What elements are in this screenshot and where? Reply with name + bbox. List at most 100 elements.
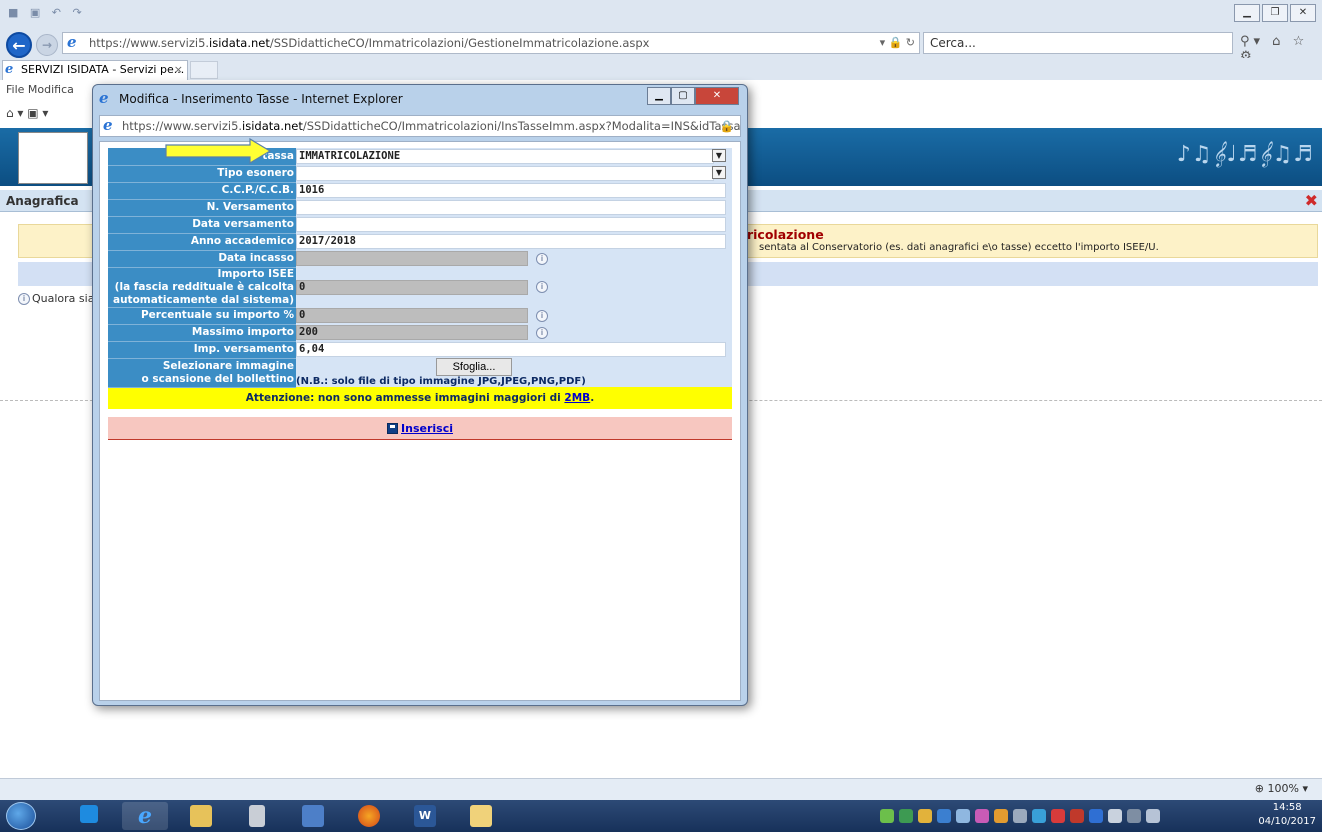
attention-text: Attenzione: non sono ammesse immagini ma… bbox=[245, 392, 565, 405]
tab-close-icon[interactable]: × bbox=[174, 61, 183, 79]
info-icon[interactable]: i bbox=[536, 326, 548, 339]
tipo-esonero-select[interactable] bbox=[296, 166, 714, 181]
new-tab-button[interactable] bbox=[190, 61, 218, 79]
browser-tab[interactable]: e SERVIZI ISIDATA - Servizi pe... × bbox=[2, 60, 188, 80]
chevron-down-icon[interactable]: ▼ bbox=[712, 149, 726, 162]
close-button[interactable]: ✕ bbox=[1290, 4, 1316, 22]
lock-icon: 🔒 bbox=[719, 119, 734, 133]
anno-accademico-input[interactable]: 2017/2018 bbox=[296, 234, 726, 249]
form-row-data-incasso: Data incasso i bbox=[108, 250, 732, 268]
tab-row: e SERVIZI ISIDATA - Servizi pe... × bbox=[0, 58, 1322, 80]
form-row-anno-accademico: Anno accademico 2017/2018 bbox=[108, 233, 732, 251]
data-versamento-input[interactable] bbox=[296, 217, 726, 232]
label-data-versamento: Data versamento bbox=[108, 216, 296, 234]
form-row-n-versamento: N. Versamento bbox=[108, 199, 732, 217]
clock[interactable]: 14:58 04/10/2017 bbox=[1258, 801, 1316, 829]
forward-button[interactable]: → bbox=[36, 34, 58, 56]
form-row-submit: Inserisci bbox=[108, 417, 732, 440]
label-anno-accademico: Anno accademico bbox=[108, 233, 296, 251]
tray-icon[interactable] bbox=[899, 809, 913, 823]
browser-titlebar: ■ ▣ ↶ ↷ ▁ ❐ ✕ bbox=[0, 0, 1322, 28]
annotation-arrow-icon bbox=[165, 138, 272, 164]
label-imp-versamento: Imp. versamento bbox=[108, 341, 296, 359]
popup-title: Modifica - Inserimento Tasse - Internet … bbox=[119, 92, 403, 106]
tipo-tassa-select[interactable]: IMMATRICOLAZIONE bbox=[296, 149, 714, 164]
ie-favicon-icon: e bbox=[67, 33, 77, 51]
url-scheme: https://www.servizi5. bbox=[89, 36, 210, 50]
flag-icon[interactable] bbox=[1108, 809, 1122, 823]
tray-icon[interactable] bbox=[937, 809, 951, 823]
tray-icon[interactable] bbox=[1070, 809, 1084, 823]
popup-close-button[interactable]: ✕ bbox=[695, 87, 739, 105]
tray-icon[interactable] bbox=[918, 809, 932, 823]
minimize-button[interactable]: ▁ bbox=[1234, 4, 1260, 22]
search-input[interactable]: Cerca... bbox=[923, 32, 1233, 54]
maximize-button[interactable]: ❐ bbox=[1262, 4, 1288, 22]
lock-refresh-icons[interactable]: ▾ 🔒 ↻ bbox=[880, 33, 915, 53]
inserisci-button[interactable]: Inserisci bbox=[401, 422, 453, 435]
calculator-icon[interactable] bbox=[234, 802, 280, 830]
notice-title: tricolazione bbox=[741, 227, 824, 242]
tray-icon[interactable] bbox=[1051, 809, 1065, 823]
label-ccp: C.C.P./C.C.B. bbox=[108, 182, 296, 200]
tab-anagrafica[interactable]: Anagrafica bbox=[6, 190, 79, 212]
back-button[interactable]: ← bbox=[6, 32, 32, 58]
address-row: ← → e https://www.servizi5.isidata.net/S… bbox=[0, 28, 1322, 64]
media-center-icon[interactable] bbox=[66, 802, 112, 830]
label-n-versamento: N. Versamento bbox=[108, 199, 296, 217]
form-row-massimo: Massimo importo 200 i bbox=[108, 324, 732, 342]
volume-icon[interactable] bbox=[1127, 809, 1141, 823]
tray-icon[interactable] bbox=[880, 809, 894, 823]
tray-icon[interactable] bbox=[1032, 809, 1046, 823]
form-row-imp-versamento: Imp. versamento 6,04 bbox=[108, 341, 732, 359]
file-type-note: (N.B.: solo file di tipo immagine JPG,JP… bbox=[296, 376, 586, 387]
tray-icon[interactable] bbox=[956, 809, 970, 823]
info-icon[interactable]: i bbox=[536, 309, 548, 322]
site-logo bbox=[18, 132, 88, 184]
url-host: isidata.net bbox=[209, 36, 270, 50]
info-icon[interactable]: i bbox=[536, 252, 548, 265]
form-row-percentuale: Percentuale su importo % 0i bbox=[108, 307, 732, 325]
status-bar: ⊕ 100% ▾ bbox=[0, 778, 1322, 800]
system-tray bbox=[880, 809, 1160, 823]
label-percentuale: Percentuale su importo % bbox=[108, 307, 296, 325]
clock-time: 14:58 bbox=[1272, 802, 1302, 813]
info-note-text: Qualora sia bbox=[32, 292, 95, 305]
ccp-input[interactable]: 1016 bbox=[296, 183, 726, 198]
popup-url-path: /SSDidatticheCO/Immatricolazioni/InsTass… bbox=[302, 119, 741, 133]
imp-versamento-input[interactable]: 6,04 bbox=[296, 342, 726, 357]
tray-icon[interactable] bbox=[1089, 809, 1103, 823]
n-versamento-input[interactable] bbox=[296, 200, 726, 215]
label-importo-isee: Importo ISEE (la fascia reddituale è calc… bbox=[108, 267, 296, 308]
popup-minimize-button[interactable]: ▁ bbox=[647, 87, 671, 105]
action-center-icon[interactable] bbox=[1146, 809, 1160, 823]
network-icon[interactable] bbox=[290, 802, 336, 830]
address-bar[interactable]: e https://www.servizi5.isidata.net/SSDid… bbox=[62, 32, 920, 54]
importo-isee-input: 0 bbox=[296, 279, 528, 295]
taskbar: e W 14:58 04/10/2017 bbox=[0, 800, 1322, 832]
popup-titlebar[interactable]: e Modifica - Inserimento Tasse - Interne… bbox=[93, 85, 747, 113]
label-importo-isee-3: automaticamente dal sistema) bbox=[112, 293, 294, 306]
close-icon[interactable]: ✖ bbox=[1305, 192, 1318, 210]
popup-maximize-button[interactable]: ▢ bbox=[671, 87, 695, 105]
tray-icon[interactable] bbox=[975, 809, 989, 823]
ie-favicon-icon: e bbox=[103, 116, 113, 134]
info-note: i Qualora sia bbox=[18, 292, 94, 305]
browse-button[interactable]: Sfoglia... bbox=[436, 358, 512, 376]
firefox-icon[interactable] bbox=[346, 802, 392, 830]
tray-icon[interactable] bbox=[1013, 809, 1027, 823]
start-button[interactable] bbox=[6, 802, 36, 830]
info-icon[interactable]: i bbox=[536, 281, 548, 293]
form-row-tipo-esonero: Tipo esonero ▼ bbox=[108, 165, 732, 183]
word-icon[interactable]: W bbox=[402, 802, 448, 830]
internet-explorer-icon[interactable]: e bbox=[122, 802, 168, 830]
info-icon: i bbox=[18, 293, 30, 305]
folder-icon[interactable] bbox=[458, 802, 504, 830]
2mb-link[interactable]: 2MB bbox=[564, 392, 590, 404]
zoom-level[interactable]: ⊕ 100% ▾ bbox=[1255, 782, 1308, 795]
popup-address-bar[interactable]: e https://www.servizi5.isidata.net/SSDid… bbox=[99, 115, 741, 137]
tray-icon[interactable] bbox=[994, 809, 1008, 823]
popup-content: tassa IMMATRICOLAZIONE ▼ Tipo esonero ▼ C… bbox=[99, 141, 741, 701]
file-explorer-icon[interactable] bbox=[178, 802, 224, 830]
chevron-down-icon[interactable]: ▼ bbox=[712, 166, 726, 179]
